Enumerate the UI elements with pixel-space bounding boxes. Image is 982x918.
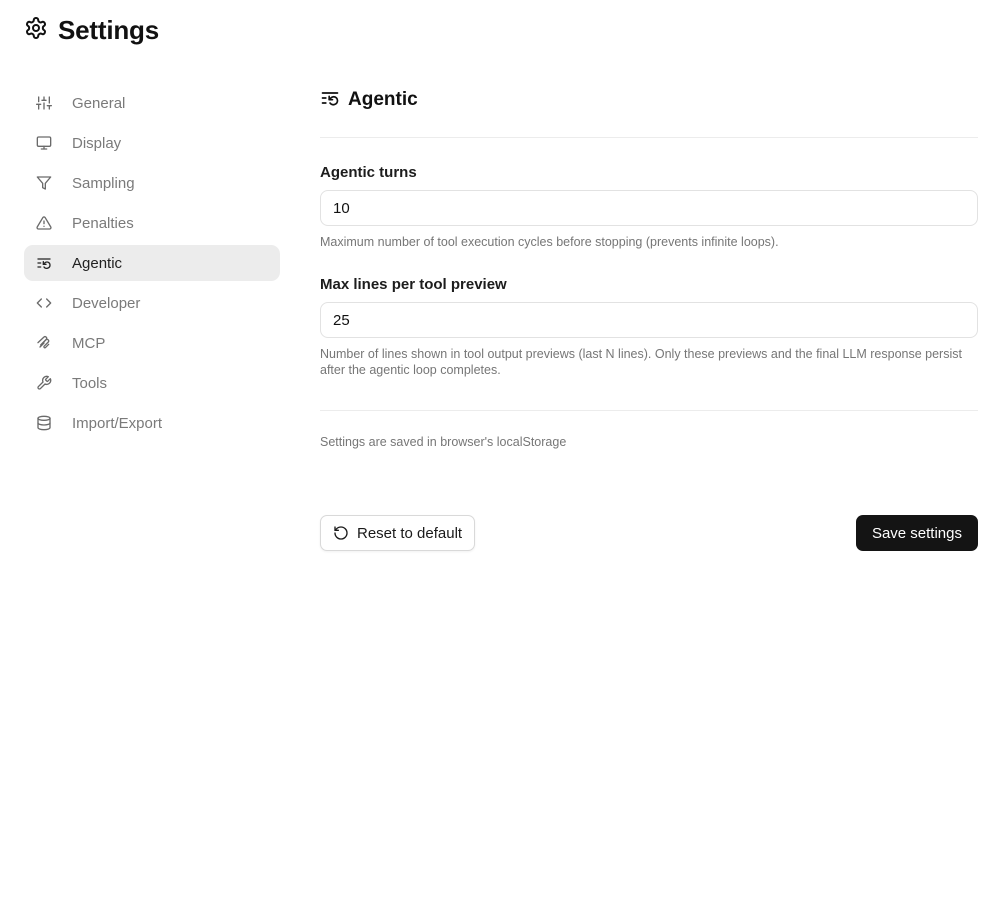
sidebar-item-penalties[interactable]: Penalties xyxy=(24,205,280,241)
settings-sidebar: General Display Sampling Penalties Agent… xyxy=(24,85,280,445)
code-icon xyxy=(35,294,53,312)
list-restart-icon xyxy=(35,254,53,272)
section-divider xyxy=(320,137,978,138)
agentic-turns-label: Agentic turns xyxy=(320,164,417,181)
tools-icon xyxy=(35,374,53,392)
reset-button-label: Reset to default xyxy=(357,524,463,542)
agentic-turns-input[interactable] xyxy=(320,190,978,226)
sidebar-item-mcp[interactable]: MCP xyxy=(24,325,280,361)
sidebar-item-label: Import/Export xyxy=(72,414,163,432)
list-restart-icon xyxy=(320,88,340,113)
max-lines-input[interactable] xyxy=(320,302,978,338)
sidebar-item-import-export[interactable]: Import/Export xyxy=(24,405,280,441)
section-title: Agentic xyxy=(348,89,418,110)
agentic-turns-field: Agentic turns Maximum number of tool exe… xyxy=(320,164,978,249)
filter-icon xyxy=(35,174,53,192)
sidebar-item-label: Sampling xyxy=(72,174,135,192)
rotate-ccw-icon xyxy=(333,525,349,541)
sidebar-item-general[interactable]: General xyxy=(24,85,280,121)
sidebar-item-label: Tools xyxy=(72,374,108,392)
sidebar-item-agentic[interactable]: Agentic xyxy=(24,245,280,281)
reset-to-default-button[interactable]: Reset to default xyxy=(320,515,476,551)
sidebar-item-tools[interactable]: Tools xyxy=(24,365,280,401)
sidebar-item-label: Developer xyxy=(72,294,141,312)
section-header: Agentic xyxy=(320,84,978,116)
footer-divider xyxy=(320,410,978,411)
sliders-icon xyxy=(35,94,53,112)
page-header: Settings xyxy=(24,14,159,46)
sidebar-item-label: General xyxy=(72,94,126,112)
save-settings-button[interactable]: Save settings xyxy=(855,515,978,551)
page-title: Settings xyxy=(58,14,159,45)
gear-icon xyxy=(24,16,48,45)
max-lines-label: Max lines per tool preview xyxy=(320,276,507,293)
warning-triangle-icon xyxy=(35,214,53,232)
mcp-icon xyxy=(35,334,53,352)
database-icon xyxy=(35,414,53,432)
sidebar-item-label: MCP xyxy=(72,334,106,352)
sidebar-item-sampling[interactable]: Sampling xyxy=(24,165,280,201)
max-lines-hint: Number of lines shown in tool output pre… xyxy=(320,347,962,377)
sidebar-item-label: Display xyxy=(72,134,122,152)
sidebar-item-developer[interactable]: Developer xyxy=(24,285,280,321)
max-lines-field: Max lines per tool preview xyxy=(320,276,978,338)
sidebar-item-label: Penalties xyxy=(72,214,134,232)
sidebar-item-display[interactable]: Display xyxy=(24,125,280,161)
storage-note: Settings are saved in browser's localSto… xyxy=(320,435,567,449)
agentic-turns-hint: Maximum number of tool execution cycles … xyxy=(320,235,779,249)
monitor-icon xyxy=(35,134,53,152)
sidebar-item-label: Agentic xyxy=(72,254,123,272)
settings-panel: Agentic Agentic turns Maximum number of … xyxy=(320,84,978,551)
